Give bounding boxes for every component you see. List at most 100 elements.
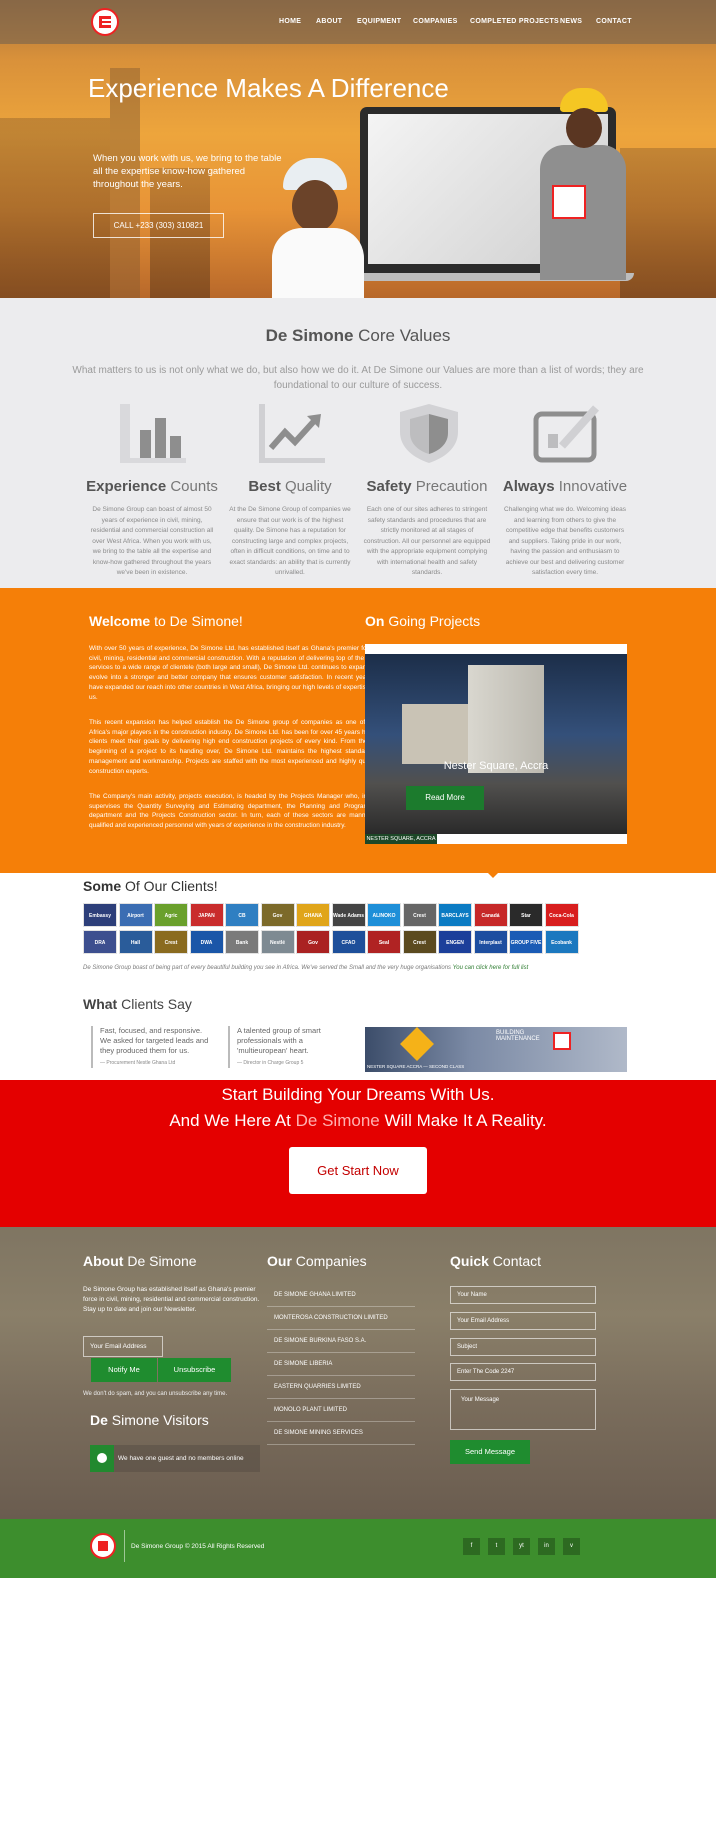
city-skyline — [0, 118, 110, 298]
nav-completed-projects[interactable]: COMPLETED PROJECTS — [470, 18, 559, 25]
subject-field[interactable]: Subject — [450, 1338, 596, 1356]
company-link[interactable]: DE SIMONE BURKINA FASO S.A. — [267, 1330, 415, 1353]
vine-icon[interactable]: v — [563, 1538, 580, 1555]
nav-equipment[interactable]: EQUIPMENT — [357, 18, 401, 25]
value-innovative-text: Challenging what we do. Welcoming ideas … — [503, 506, 626, 576]
company-link[interactable]: MONOLO PLANT LIMITED — [267, 1399, 415, 1422]
client-logo-label: Airport — [127, 913, 144, 919]
email-field[interactable]: Your Email Address — [450, 1312, 596, 1330]
client-logo-label: ALINOKO — [372, 913, 396, 919]
client-logo-label: Canadá — [481, 913, 500, 919]
spam-notice: We don't do spam, and you can unsubscrib… — [83, 1391, 228, 1397]
client-logo: GROUP FIVE — [509, 930, 543, 954]
client-logo: Gov — [296, 930, 330, 954]
rising-chart-icon — [259, 404, 325, 463]
client-logo-label: Ecobank — [551, 940, 572, 946]
call-button[interactable]: CALL +233 (303) 310821 — [93, 213, 224, 238]
nav-news[interactable]: NEWS — [560, 18, 582, 25]
company-link[interactable]: MONTEROSA CONSTRUCTION LIMITED — [267, 1307, 415, 1330]
client-logo-label: DWA — [200, 940, 213, 946]
client-logo: Crest — [154, 930, 188, 954]
hero-text: When you work with us, we bring to the t… — [93, 153, 282, 190]
about-text: De Simone Group has established itself a… — [83, 1286, 260, 1313]
value-experience-title: Experience Counts — [86, 478, 218, 495]
footer-logo[interactable] — [90, 1533, 116, 1559]
pencil-tablet-icon — [533, 405, 599, 463]
project-building-low — [402, 704, 472, 764]
value-quality-title: Best Quality — [248, 478, 332, 495]
client-logo-label: Crest — [413, 913, 426, 919]
company-link[interactable]: DE SIMONE LIBERIA — [267, 1353, 415, 1376]
client-logo: GHANA — [296, 903, 330, 927]
client-logo-label: Bank — [235, 940, 249, 946]
captcha-field[interactable]: Enter The Code 2247 — [450, 1363, 596, 1381]
value-safety-text: Each one of our sites adheres to stringe… — [363, 506, 491, 576]
client-logo-label: Gov — [308, 940, 318, 946]
section-arrow — [488, 873, 498, 878]
nav-contact[interactable]: CONTACT — [596, 18, 632, 25]
client-logo-label: BARCLAYS — [441, 913, 469, 919]
company-link[interactable]: DE SIMONE GHANA LIMITED — [267, 1284, 415, 1307]
company-link[interactable]: EASTERN QUARRIES LIMITED — [267, 1376, 415, 1399]
cta-line-2: And We Here At De Simone Will Make It A … — [169, 1111, 547, 1130]
client-logo-label: Seal — [378, 940, 390, 946]
client-logo: Crest — [402, 930, 437, 954]
client-logo-label: Coca-Cola — [549, 913, 574, 919]
companies-title: Our Companies — [267, 1253, 367, 1269]
newsletter-email-input[interactable]: Your Email Address — [83, 1336, 163, 1357]
value-experience-text: De Simone Group can boast of almost 50 y… — [90, 506, 214, 576]
nav-about[interactable]: ABOUT — [316, 18, 342, 25]
twitter-icon[interactable]: t — [488, 1538, 505, 1555]
youtube-icon[interactable]: yt — [513, 1538, 530, 1555]
client-logo-label: JAPAN — [198, 913, 215, 919]
send-message-button[interactable]: Send Message — [450, 1440, 530, 1464]
client-logo: Gov — [260, 903, 295, 927]
client-logo: Bank — [225, 930, 259, 954]
unsubscribe-button[interactable]: Unsubscribe — [158, 1358, 231, 1382]
logo-sign-icon — [552, 185, 586, 219]
client-logo-label: GROUP FIVE — [510, 940, 542, 946]
client-logo: Crest — [402, 903, 437, 927]
engineer-face — [566, 108, 602, 148]
shield-icon — [400, 404, 458, 463]
client-logo-label: GHANA — [303, 913, 323, 919]
facebook-icon[interactable]: f — [463, 1538, 480, 1555]
full-list-link[interactable]: You can click here for full list — [453, 965, 529, 971]
client-logo: Star — [509, 903, 543, 927]
online-status: We have one guest and no members online — [90, 1445, 260, 1472]
name-field[interactable]: Your Name — [450, 1286, 596, 1304]
client-logo: ALINOKO — [367, 903, 401, 927]
client-logo-label: CB — [238, 913, 246, 919]
clients-note: De Simone Group boast of being part of e… — [83, 965, 529, 971]
company-link[interactable]: DE SIMONE MINING SERVICES — [267, 1422, 415, 1445]
ongoing-projects-title: On Going Projects — [365, 613, 481, 629]
notify-me-button[interactable]: Notify Me — [91, 1358, 157, 1382]
read-more-button[interactable]: Read More — [406, 786, 484, 810]
client-logo: Agric — [154, 903, 188, 927]
city-trees — [620, 148, 716, 298]
project-name: Nester Square, Accra — [443, 760, 549, 772]
testimonial-1: Fast, focused, and responsive. We asked … — [91, 1026, 211, 1068]
de-simone-logo[interactable] — [91, 8, 119, 36]
linkedin-icon[interactable]: in — [538, 1538, 555, 1555]
nav-home[interactable]: HOME — [279, 18, 301, 25]
client-logo: Canadá — [473, 903, 508, 927]
message-field[interactable]: Your Message — [450, 1389, 596, 1430]
client-logo: Ecobank — [544, 930, 579, 954]
testimonial-image-caption: NESTER SQUARE ACCRA — SECOND CLASS — [367, 1064, 465, 1069]
visitors-title: De Simone Visitors — [90, 1412, 209, 1428]
core-values-subtitle: What matters to us is not only what we d… — [72, 365, 644, 391]
client-logo-label: Hall — [130, 940, 141, 946]
nav-companies[interactable]: COMPANIES — [413, 18, 458, 25]
about-title: About De Simone — [83, 1253, 197, 1269]
core-values-title: De Simone Core Values — [265, 326, 451, 345]
clients-say-title: What Clients Say — [83, 996, 192, 1012]
client-logo-label: Crest — [164, 940, 178, 946]
get-start-now-button[interactable]: Get Start Now — [289, 1147, 427, 1194]
hero-title: Experience Makes A Difference — [88, 73, 449, 103]
client-logo: Seal — [367, 930, 401, 954]
client-logo-label: DRA — [94, 940, 106, 946]
client-logo: ENGEN — [438, 930, 472, 954]
client-logo: Nestlé — [260, 930, 295, 954]
project-caption: NESTER SQUARE, ACCRA — [365, 834, 437, 844]
